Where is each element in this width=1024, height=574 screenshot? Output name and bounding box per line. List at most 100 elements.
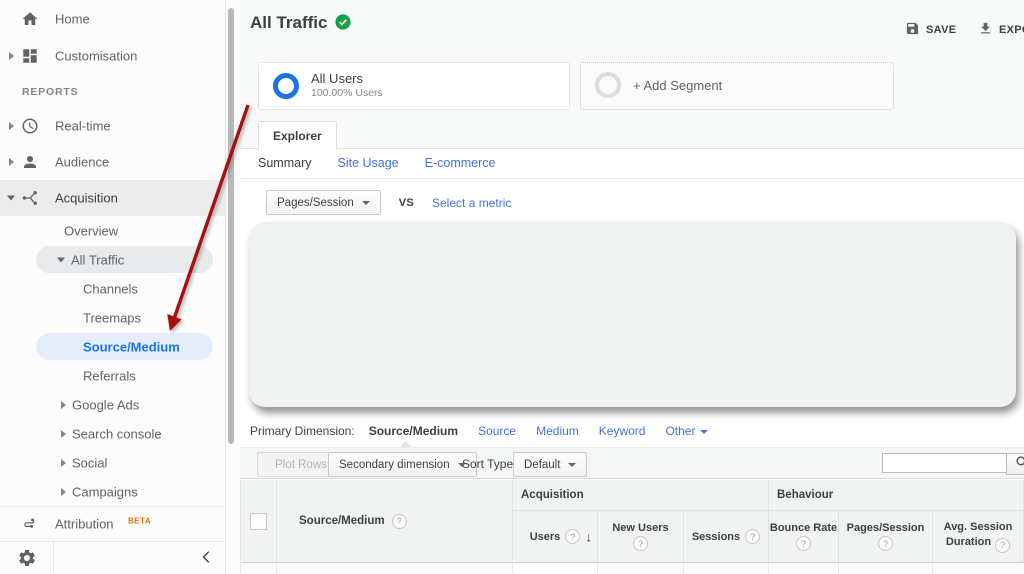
sidebar-item-label: Treemaps bbox=[83, 310, 142, 325]
collapse-sidebar-icon[interactable] bbox=[200, 550, 216, 566]
sort-type-dropdown[interactable]: Default bbox=[513, 452, 588, 477]
sidebar-item-audience[interactable]: Audience bbox=[0, 144, 225, 180]
segment-all-users[interactable]: All Users 100.00% Users bbox=[258, 62, 570, 110]
sidebar-item-label: Acquisition bbox=[55, 190, 118, 206]
sidebar-item-customisation[interactable]: Customisation bbox=[0, 37, 225, 74]
view-site-usage[interactable]: Site Usage bbox=[337, 156, 398, 170]
plot-rows-label: Plot Rows bbox=[275, 458, 327, 471]
sidebar-item-label: All Traffic bbox=[71, 252, 125, 267]
save-button[interactable]: SAVE bbox=[905, 21, 956, 39]
sidebar-item-referrals[interactable]: Referrals bbox=[0, 361, 225, 390]
sidebar: Home Customisation REPORTS Real-time Aud… bbox=[0, 0, 240, 574]
column-header-sessions[interactable]: Sessions bbox=[684, 511, 769, 563]
select-metric-link[interactable]: Select a metric bbox=[432, 196, 511, 210]
select-all-cell bbox=[241, 480, 277, 563]
sidebar-item-all-traffic[interactable]: All Traffic bbox=[0, 245, 225, 274]
help-icon[interactable] bbox=[633, 536, 648, 551]
select-all-checkbox[interactable] bbox=[250, 512, 267, 530]
add-segment-button[interactable]: + Add Segment bbox=[580, 62, 894, 110]
column-header-new-users[interactable]: New Users bbox=[598, 511, 684, 563]
tab-explorer[interactable]: Explorer bbox=[258, 121, 337, 150]
search-icon bbox=[1015, 455, 1024, 474]
chevron-right-icon bbox=[9, 51, 14, 60]
sidebar-item-label: Social bbox=[72, 455, 108, 470]
sort-type-label: Sort Type: bbox=[462, 457, 517, 471]
column-header-label: Sessions bbox=[691, 530, 741, 543]
sidebar-item-treemaps[interactable]: Treemaps bbox=[0, 303, 225, 332]
dimension-other-dropdown[interactable]: Other bbox=[665, 424, 709, 438]
dimension-keyword[interactable]: Keyword bbox=[599, 424, 646, 438]
column-header-label: Pages/Session bbox=[846, 522, 925, 534]
table-row bbox=[598, 563, 684, 574]
page-title: All Traffic bbox=[250, 13, 352, 35]
column-header-label: Source/Medium bbox=[299, 515, 385, 527]
sidebar-item-label: Audience bbox=[55, 154, 110, 170]
help-icon[interactable] bbox=[878, 536, 893, 551]
sidebar-item-google-ads[interactable]: Google Ads bbox=[0, 390, 225, 419]
column-header-source-medium[interactable]: Source/Medium bbox=[277, 480, 513, 563]
sidebar-item-social[interactable]: Social bbox=[0, 448, 225, 477]
help-icon[interactable] bbox=[565, 529, 581, 544]
segment-ring-icon bbox=[273, 73, 299, 99]
sidebar-item-overview[interactable]: Overview bbox=[0, 216, 225, 245]
sidebar-item-channels[interactable]: Channels bbox=[0, 274, 225, 303]
sidebar-item-campaigns[interactable]: Campaigns bbox=[0, 477, 225, 506]
divider bbox=[0, 541, 225, 542]
help-icon[interactable] bbox=[391, 513, 407, 529]
sidebar-item-source-medium[interactable]: Source/Medium bbox=[0, 332, 225, 361]
table-row bbox=[839, 563, 933, 574]
settings-gear-icon[interactable] bbox=[17, 548, 37, 568]
help-icon[interactable] bbox=[745, 529, 761, 544]
view-summary[interactable]: Summary bbox=[258, 156, 311, 170]
table-row bbox=[513, 563, 598, 574]
table-search-input[interactable] bbox=[882, 453, 1010, 473]
segment-ring-icon bbox=[595, 72, 621, 98]
column-header-label: New Users bbox=[612, 522, 669, 534]
attribution-icon bbox=[20, 515, 38, 533]
sidebar-item-search-console[interactable]: Search console bbox=[0, 419, 225, 448]
sidebar-item-attribution[interactable]: Attribution BETA bbox=[0, 507, 225, 541]
help-icon[interactable] bbox=[995, 538, 1011, 553]
chevron-down-icon bbox=[568, 462, 577, 467]
page-title-text: All Traffic bbox=[250, 13, 328, 32]
sidebar-item-label: Source/Medium bbox=[83, 339, 180, 354]
divider bbox=[53, 542, 54, 574]
sidebar-item-label: Campaigns bbox=[72, 484, 138, 499]
export-button[interactable]: EXPORT bbox=[978, 21, 1024, 39]
segment-subtitle: 100.00% Users bbox=[311, 87, 383, 99]
sidebar-scrollbar[interactable] bbox=[228, 8, 234, 444]
column-header-label: Bounce Rate bbox=[769, 522, 838, 534]
chevron-right-icon bbox=[61, 487, 66, 496]
vs-label: VS bbox=[398, 196, 414, 209]
column-header-users[interactable]: Users bbox=[513, 511, 598, 563]
sidebar-item-label: Real-time bbox=[55, 118, 111, 134]
segment-title: All Users bbox=[311, 71, 364, 86]
table-row bbox=[769, 563, 839, 574]
person-icon bbox=[21, 153, 39, 171]
sidebar-item-acquisition[interactable]: Acquisition bbox=[0, 180, 225, 216]
download-icon bbox=[978, 21, 993, 39]
view-ecommerce[interactable]: E-commerce bbox=[425, 156, 496, 170]
sidebar-item-realtime[interactable]: Real-time bbox=[0, 108, 225, 144]
column-header-bounce-rate[interactable]: Bounce Rate bbox=[769, 511, 839, 563]
sidebar-item-home[interactable]: Home bbox=[0, 0, 225, 37]
dimension-medium[interactable]: Medium bbox=[536, 424, 579, 438]
chevron-right-icon bbox=[61, 400, 66, 409]
help-icon[interactable] bbox=[796, 536, 811, 551]
report-views: Summary Site Usage E-commerce bbox=[258, 156, 495, 170]
metric-dropdown[interactable]: Pages/Session bbox=[266, 190, 381, 215]
dimension-source-medium[interactable]: Source/Medium bbox=[369, 424, 458, 438]
dimension-source[interactable]: Source bbox=[478, 424, 516, 438]
column-header-pages-session[interactable]: Pages/Session bbox=[839, 511, 933, 563]
group-header-label: Behaviour bbox=[777, 489, 834, 501]
sidebar-item-label: Referrals bbox=[83, 368, 136, 383]
chevron-down-icon bbox=[57, 257, 65, 262]
column-header-avg-session-duration[interactable]: Avg. Session Duration bbox=[933, 511, 1024, 563]
secondary-dimension-dropdown[interactable]: Secondary dimension bbox=[328, 452, 477, 477]
table-row bbox=[933, 563, 1024, 574]
search-button[interactable] bbox=[1006, 453, 1024, 475]
column-header-label: Users bbox=[529, 530, 561, 543]
reports-section-label: REPORTS bbox=[22, 86, 79, 98]
chart-placeholder bbox=[249, 222, 1016, 407]
sort-descending-icon[interactable] bbox=[586, 529, 593, 544]
